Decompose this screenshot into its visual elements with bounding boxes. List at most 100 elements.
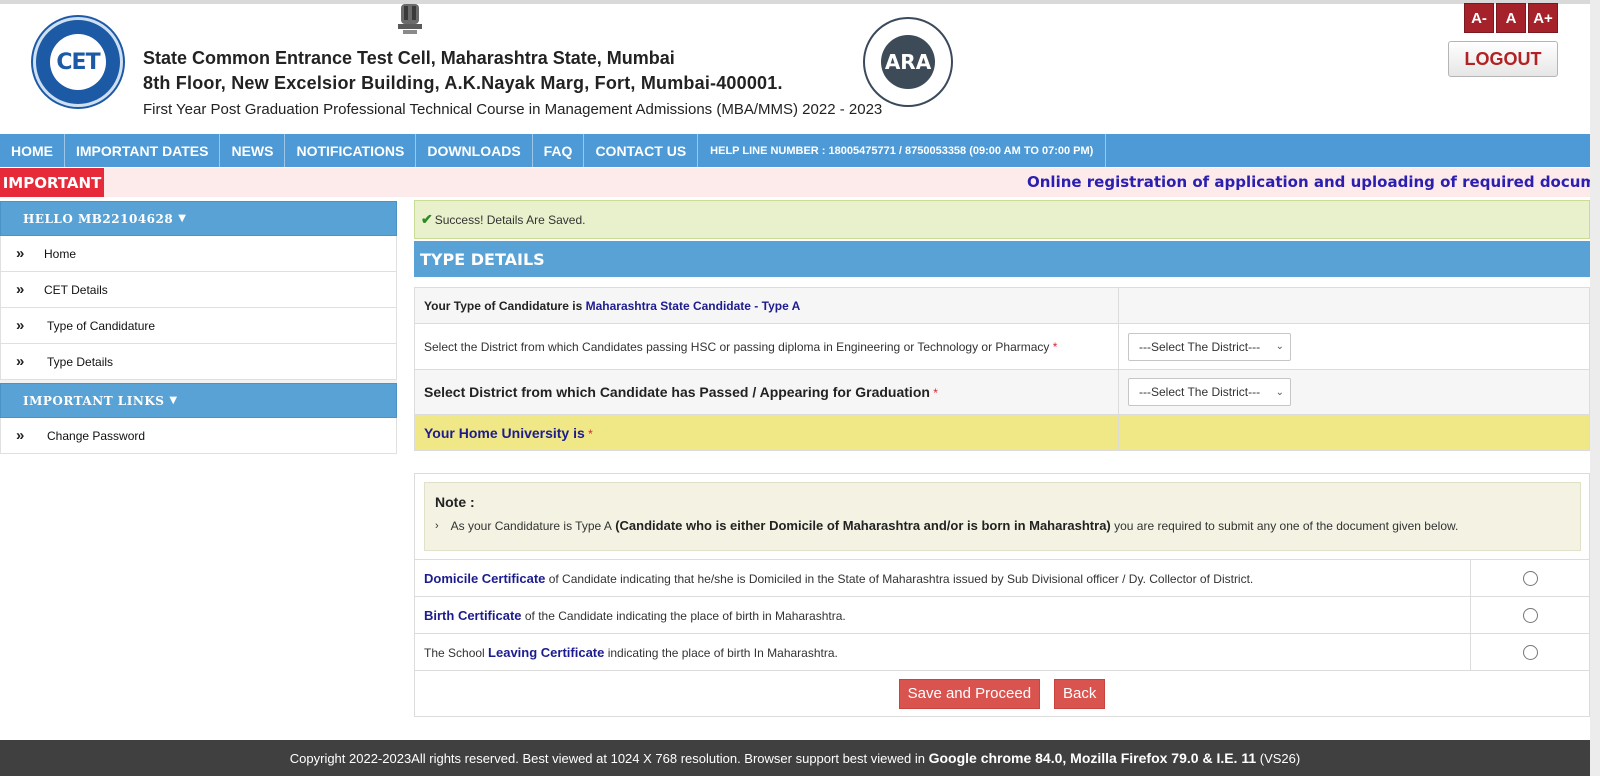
table-row: Your Home University is *	[414, 414, 1590, 451]
chevron-down-icon: ⌄	[1275, 386, 1284, 398]
double-chevron-icon: »	[16, 427, 25, 444]
section-title: TYPE DETAILS	[414, 241, 1590, 277]
grad-district-select[interactable]: ---Select The District--- ⌄	[1128, 378, 1291, 406]
required-mark: *	[588, 426, 593, 441]
double-chevron-icon: »	[16, 317, 25, 334]
top-border	[0, 0, 1590, 4]
doc-title: Leaving Certificate	[488, 644, 605, 660]
table-row: Birth Certificate of the Candidate indic…	[414, 596, 1590, 634]
required-mark: *	[933, 386, 938, 400]
grad-district-label: Select District from which Candidate has…	[424, 384, 930, 400]
footer-prefix: Copyright 2022-2023All rights reserved. …	[289, 750, 925, 766]
table-row: Your Type of Candidature is Maharashtra …	[414, 287, 1590, 324]
candidature-value: Maharashtra State Candidate - Type A	[585, 298, 801, 313]
document-description: Domicile Certificate of Candidate indica…	[414, 559, 1471, 597]
table-row: The School Leaving Certificate indicatin…	[414, 633, 1590, 671]
nav-contact-us[interactable]: CONTACT US	[584, 134, 699, 167]
note-line: › As your Candidature is Type A (Candida…	[435, 518, 1570, 533]
important-label: IMPORTANT	[0, 168, 104, 197]
nav-downloads[interactable]: DOWNLOADS	[416, 134, 533, 167]
nav-important-dates[interactable]: IMPORTANT DATES	[65, 134, 221, 167]
grad-district-value: ---Select The District---	[1139, 385, 1261, 399]
note-title: Note :	[435, 494, 475, 510]
birth-certificate-radio[interactable]	[1522, 608, 1538, 623]
important-marquee-text[interactable]: Online registration of application and u…	[1027, 173, 1590, 191]
document-choice-cell	[1470, 596, 1590, 634]
home-university-label: Your Home University is	[424, 424, 585, 441]
state-emblem-icon	[398, 4, 422, 34]
sidebar-item-label: Type of Candidature	[47, 318, 156, 333]
success-alert: ✔ Success! Details Are Saved.	[414, 200, 1590, 239]
chevron-down-icon: ⌄	[1275, 341, 1284, 352]
font-normal-button[interactable]: A	[1496, 3, 1526, 33]
doc-after: of Candidate indicating that he/she is D…	[545, 571, 1254, 586]
sidebar-user-heading[interactable]: HELLO MB22104628 ▼	[0, 201, 397, 236]
table-row: Domicile Certificate of Candidate indica…	[414, 559, 1590, 597]
nav-notifications[interactable]: NOTIFICATIONS	[285, 134, 417, 167]
candidature-cell: Your Type of Candidature is Maharashtra …	[414, 287, 1119, 324]
home-university-label-cell: Your Home University is *	[414, 414, 1119, 451]
doc-after: of the Candidate indicating the place of…	[521, 608, 846, 623]
footer: Copyright 2022-2023All rights reserved. …	[0, 740, 1590, 776]
document-choice-cell	[1470, 633, 1590, 671]
footer-browsers: Google chrome 84.0, Mozilla Firefox 79.0…	[928, 750, 1257, 766]
ara-logo-text: ARA	[884, 50, 932, 74]
main-content: ✔ Success! Details Are Saved. TYPE DETAI…	[414, 200, 1590, 717]
sidebar-links-heading[interactable]: IMPORTANT LINKS ▼	[0, 383, 397, 418]
sidebar-item-change-password[interactable]: » Change Password	[0, 418, 397, 454]
double-chevron-icon: »	[16, 245, 25, 262]
hsc-district-select[interactable]: ---Select The District--- ⌄	[1128, 332, 1291, 361]
table-row: Select District from which Candidate has…	[414, 369, 1590, 415]
sidebar-item-cet-details[interactable]: » CET Details	[0, 272, 397, 308]
note-section: Note : › As your Candidature is Type A (…	[414, 473, 1590, 559]
chevron-right-icon: ›	[435, 519, 439, 532]
header-address-line: 8th Floor, New Excelsior Building, A.K.N…	[143, 73, 783, 93]
hsc-district-cell: ---Select The District--- ⌄	[1118, 323, 1590, 370]
sidebar-item-home[interactable]: » Home	[0, 236, 397, 272]
documents-table: Domicile Certificate of Candidate indica…	[414, 559, 1590, 671]
double-chevron-icon: »	[16, 281, 25, 298]
table-row: Select the District from which Candidate…	[414, 323, 1590, 370]
document-description: Birth Certificate of the Candidate indic…	[414, 596, 1471, 634]
nav-home[interactable]: HOME	[0, 134, 65, 167]
check-icon: ✔	[421, 211, 433, 227]
doc-title: Domicile Certificate	[424, 570, 546, 586]
leaving-certificate-radio[interactable]	[1522, 645, 1538, 660]
double-chevron-icon: »	[16, 353, 25, 370]
nav-faq[interactable]: FAQ	[533, 134, 585, 167]
doc-title: Birth Certificate	[424, 607, 522, 623]
sidebar-item-label: Change Password	[47, 428, 146, 443]
hsc-district-label-cell: Select the District from which Candidate…	[414, 323, 1119, 370]
page: CET State Common Entrance Test Cell, Mah…	[0, 0, 1600, 776]
grad-district-cell: ---Select The District--- ⌄	[1118, 369, 1590, 415]
sidebar-item-type-of-candidature[interactable]: » Type of Candidature	[0, 308, 397, 344]
font-increase-button[interactable]: A+	[1528, 3, 1558, 33]
font-size-controls: A- A A+	[1464, 3, 1558, 33]
save-and-proceed-button[interactable]: Save and Proceed	[898, 678, 1041, 709]
ara-logo: ARA	[863, 17, 953, 107]
sidebar-links-label: IMPORTANT LINKS	[23, 393, 165, 408]
sidebar: HELLO MB22104628 ▼ » Home » CET Details …	[0, 201, 397, 454]
grad-district-label-cell: Select District from which Candidate has…	[414, 369, 1119, 415]
scrollbar-track[interactable]	[1590, 0, 1600, 776]
caret-down-icon: ▼	[178, 213, 187, 224]
back-button[interactable]: Back	[1054, 678, 1106, 709]
sidebar-item-type-details[interactable]: » Type Details	[0, 344, 397, 380]
success-text: Success! Details Are Saved.	[434, 212, 586, 227]
nav-news[interactable]: NEWS	[220, 134, 286, 167]
important-bar: Online registration of application and u…	[0, 168, 1590, 197]
note-prefix: As your Candidature is Type A	[450, 518, 612, 533]
header-title-line1: State Common Entrance Test Cell, Maharas…	[143, 48, 675, 68]
required-mark: *	[1052, 339, 1058, 354]
note-bold: (Candidate who is either Domicile of Mah…	[615, 518, 1111, 533]
font-decrease-button[interactable]: A-	[1464, 3, 1494, 33]
cet-logo-text: CET	[56, 50, 100, 75]
logout-button[interactable]: LOGOUT	[1448, 41, 1558, 77]
domicile-certificate-radio[interactable]	[1522, 571, 1538, 586]
document-choice-cell	[1470, 559, 1590, 597]
candidature-prefix: Your Type of Candidature is	[424, 298, 583, 313]
cet-logo: CET	[33, 17, 123, 107]
caret-down-icon: ▼	[169, 395, 178, 406]
doc-before: The School	[424, 645, 489, 660]
sidebar-item-label: CET Details	[44, 282, 108, 297]
